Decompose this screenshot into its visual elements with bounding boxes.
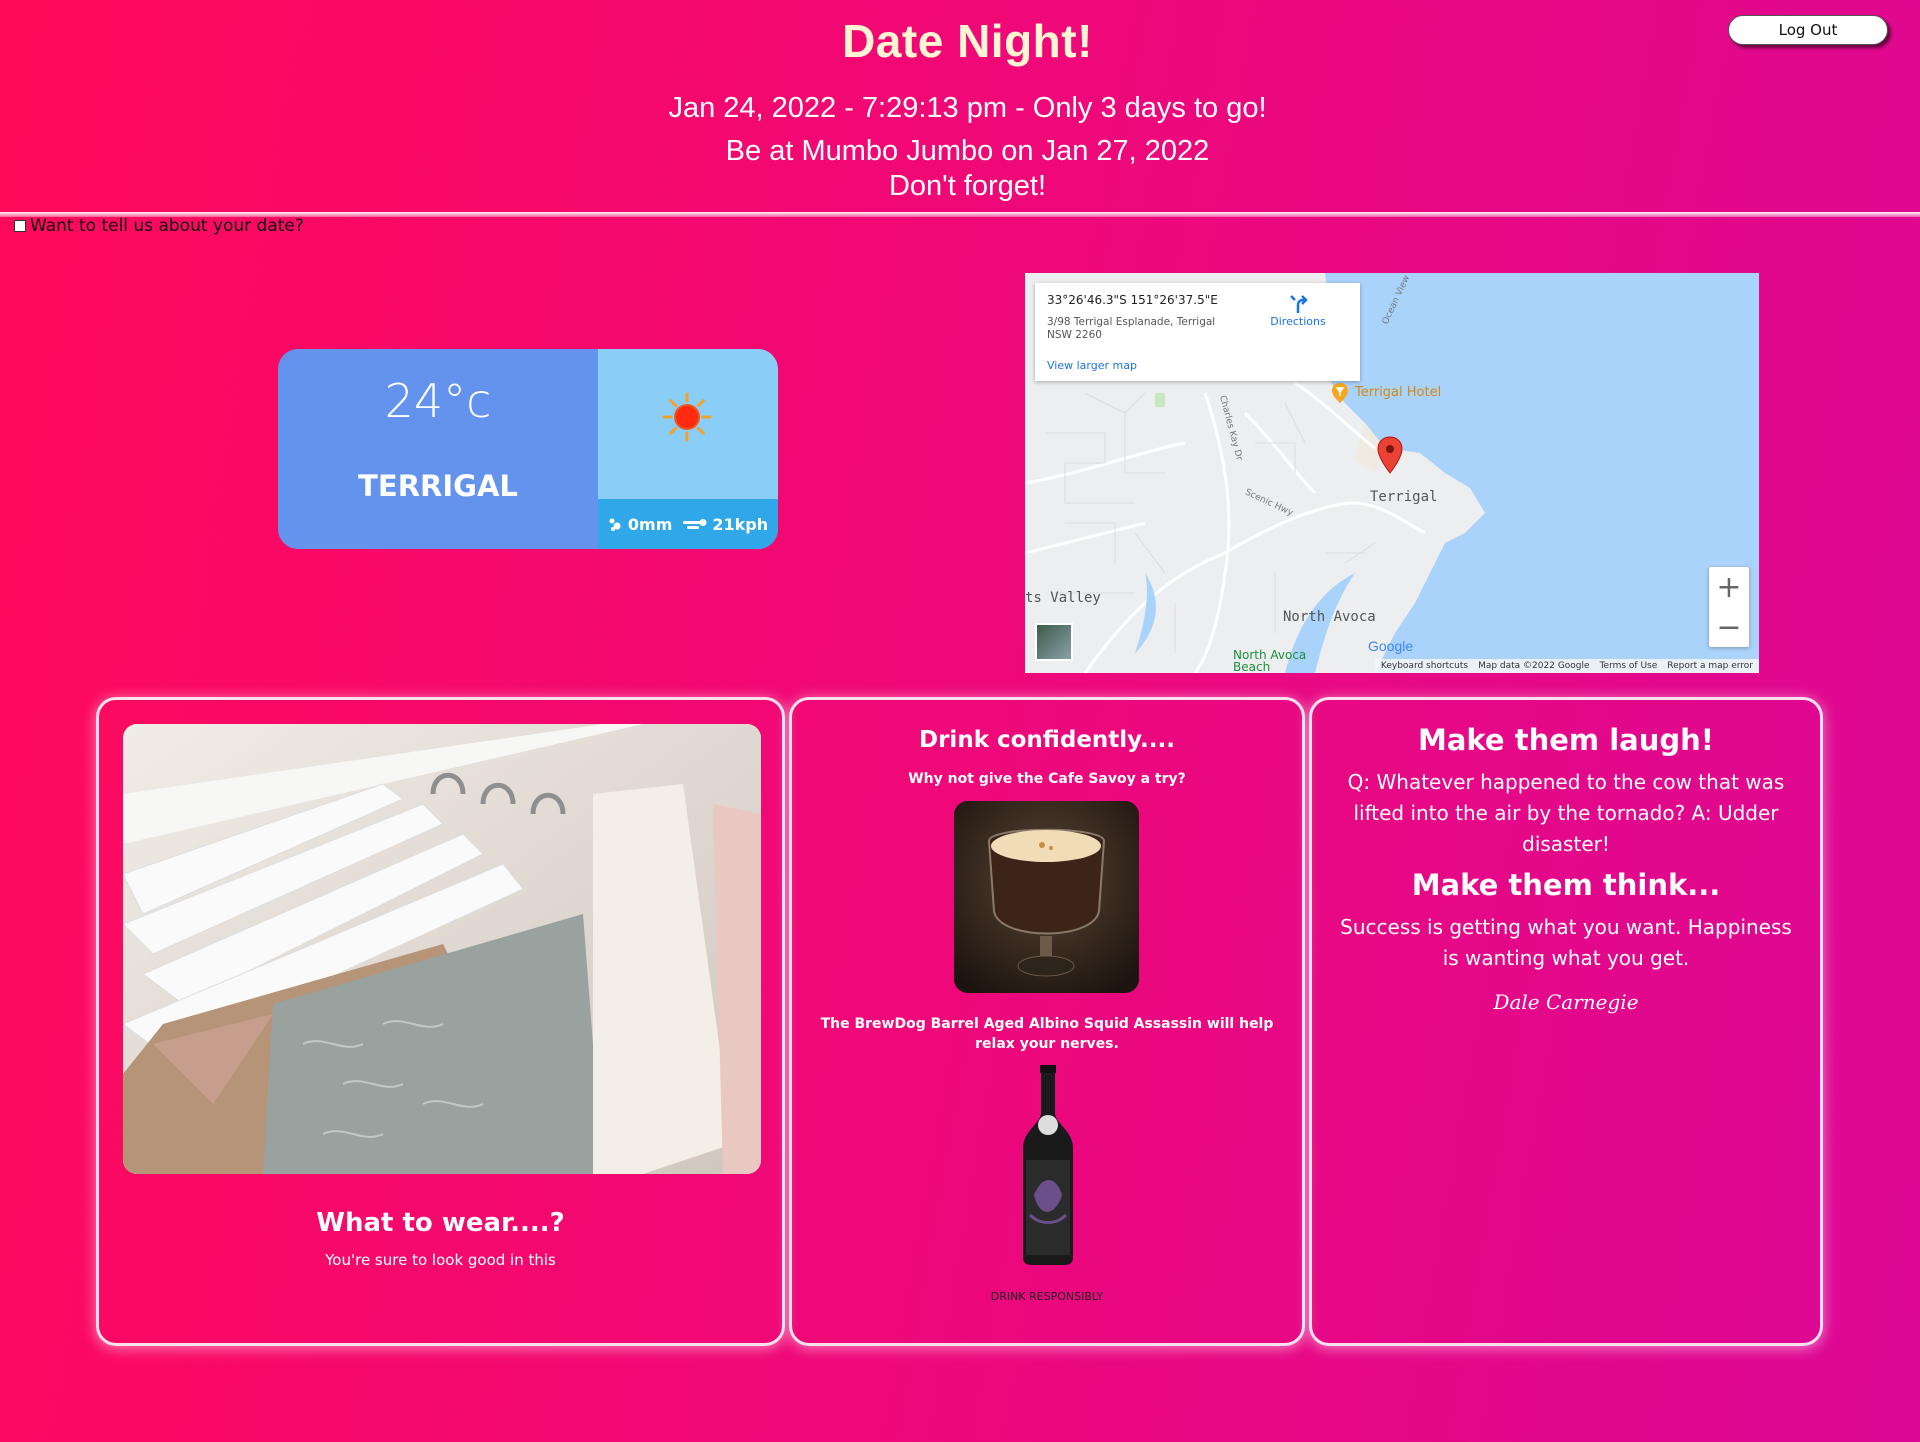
wear-card: What to wear....? You're sure to look go… <box>96 697 785 1346</box>
raindrop-icon <box>609 518 621 531</box>
city-name: TERRIGAL <box>358 469 518 503</box>
beer-recommendation: The BrewDog Barrel Aged Albino Squid Ass… <box>820 1016 1274 1052</box>
drink-card: Drink confidently.... Why not give the C… <box>789 697 1305 1346</box>
directions-icon <box>1290 295 1308 313</box>
conversation-card: Make them laugh! Q: Whatever happened to… <box>1309 697 1823 1346</box>
map-label-valley: ts Valley <box>1025 590 1101 606</box>
satellite-toggle[interactable] <box>1035 623 1073 661</box>
clothing-image <box>123 724 761 1174</box>
feedback-toggle[interactable]: Want to tell us about your date? <box>14 216 304 236</box>
map-data-text: Map data ©2022 Google <box>1478 661 1590 671</box>
reminder-text: Don't forget! <box>888 170 1047 202</box>
countdown-text: Jan 24, 2022 - 7:29:13 pm - Only 3 days … <box>668 92 1267 124</box>
think-title: Make them think... <box>1411 868 1721 902</box>
map-label-terrigal: Terrigal <box>1370 489 1438 505</box>
directions-link[interactable]: Directions <box>1263 293 1333 328</box>
zoom-in-button[interactable]: + <box>1709 567 1749 607</box>
beer-bottle-image <box>1020 1065 1076 1265</box>
map-address: 3/98 Terrigal Esplanade, Terrigal NSW 22… <box>1047 316 1216 341</box>
terms-link[interactable]: Terms of Use <box>1600 661 1658 671</box>
map-label-north-avoca: North Avoca <box>1283 609 1376 625</box>
report-error-link[interactable]: Report a map error <box>1667 661 1753 671</box>
logout-button[interactable]: Log Out <box>1728 15 1888 45</box>
map-info-card: 33°26'46.3"S 151°26'37.5"E 3/98 Terrigal… <box>1035 283 1360 381</box>
map-embed[interactable]: Terrigal Hotel Terrigal North Avoca ts V… <box>1025 273 1759 673</box>
venue-text: Be at Mumbo Jumbo on Jan 27, 2022 <box>725 135 1210 167</box>
wear-title: What to wear....? <box>316 1208 565 1238</box>
sun-icon <box>662 392 712 442</box>
zoom-out-button[interactable]: − <box>1709 607 1749 647</box>
hotel-marker-icon <box>1332 383 1348 403</box>
rain-item: 0mm <box>608 515 672 534</box>
weather-details: 0mm 21kph <box>598 499 778 549</box>
keyboard-shortcuts-link[interactable]: Keyboard shortcuts <box>1381 661 1468 671</box>
view-larger-map-link[interactable]: View larger map <box>1047 359 1137 372</box>
map-zoom-control: + − <box>1709 567 1749 647</box>
cafe-savoy-image <box>954 801 1139 993</box>
wind-item: 21kph <box>682 515 768 534</box>
joke-text: Q: Whatever happened to the cow that was… <box>1347 770 1785 856</box>
rain-amount: 0mm <box>627 514 673 534</box>
drink-subtitle: Why not give the Cafe Savoy a try? <box>908 771 1186 787</box>
google-logo: Google <box>1368 638 1414 654</box>
weather-condition-panel: 0mm 21kph <box>598 349 778 549</box>
page-title: Date Night! <box>842 15 1093 67</box>
map-footer: Keyboard shortcuts Map data ©2022 Google… <box>1374 659 1759 673</box>
map-coordinates: 33°26'46.3"S 151°26'37.5"E <box>1047 293 1218 307</box>
wear-subtitle: You're sure to look good in this <box>325 1251 556 1269</box>
quote-author: Dale Carnegie <box>1493 990 1639 1014</box>
location-pin-icon <box>1377 436 1403 474</box>
quote-text: Success is getting what you want. Happin… <box>1340 915 1792 970</box>
drink-title: Drink confidently.... <box>919 727 1175 753</box>
wind-icon <box>683 519 707 529</box>
weather-widget: 24°c TERRIGAL 0mm 21kph <box>278 349 778 549</box>
feedback-checkbox[interactable] <box>14 220 26 232</box>
wind-speed: 21kph <box>712 514 769 534</box>
directions-label: Directions <box>1270 315 1326 328</box>
map-label-north-avoca-beach: North Avoca Beach <box>1233 648 1307 673</box>
laugh-title: Make them laugh! <box>1418 723 1714 757</box>
map-label-terrigal-hotel: Terrigal Hotel <box>1355 385 1442 400</box>
temperature: 24°c <box>384 374 492 428</box>
weather-main-panel: 24°c TERRIGAL <box>278 349 598 549</box>
feedback-checkbox-label: Want to tell us about your date? <box>30 216 304 236</box>
drink-disclaimer: DRINK RESPONSIBLY <box>990 1290 1104 1303</box>
